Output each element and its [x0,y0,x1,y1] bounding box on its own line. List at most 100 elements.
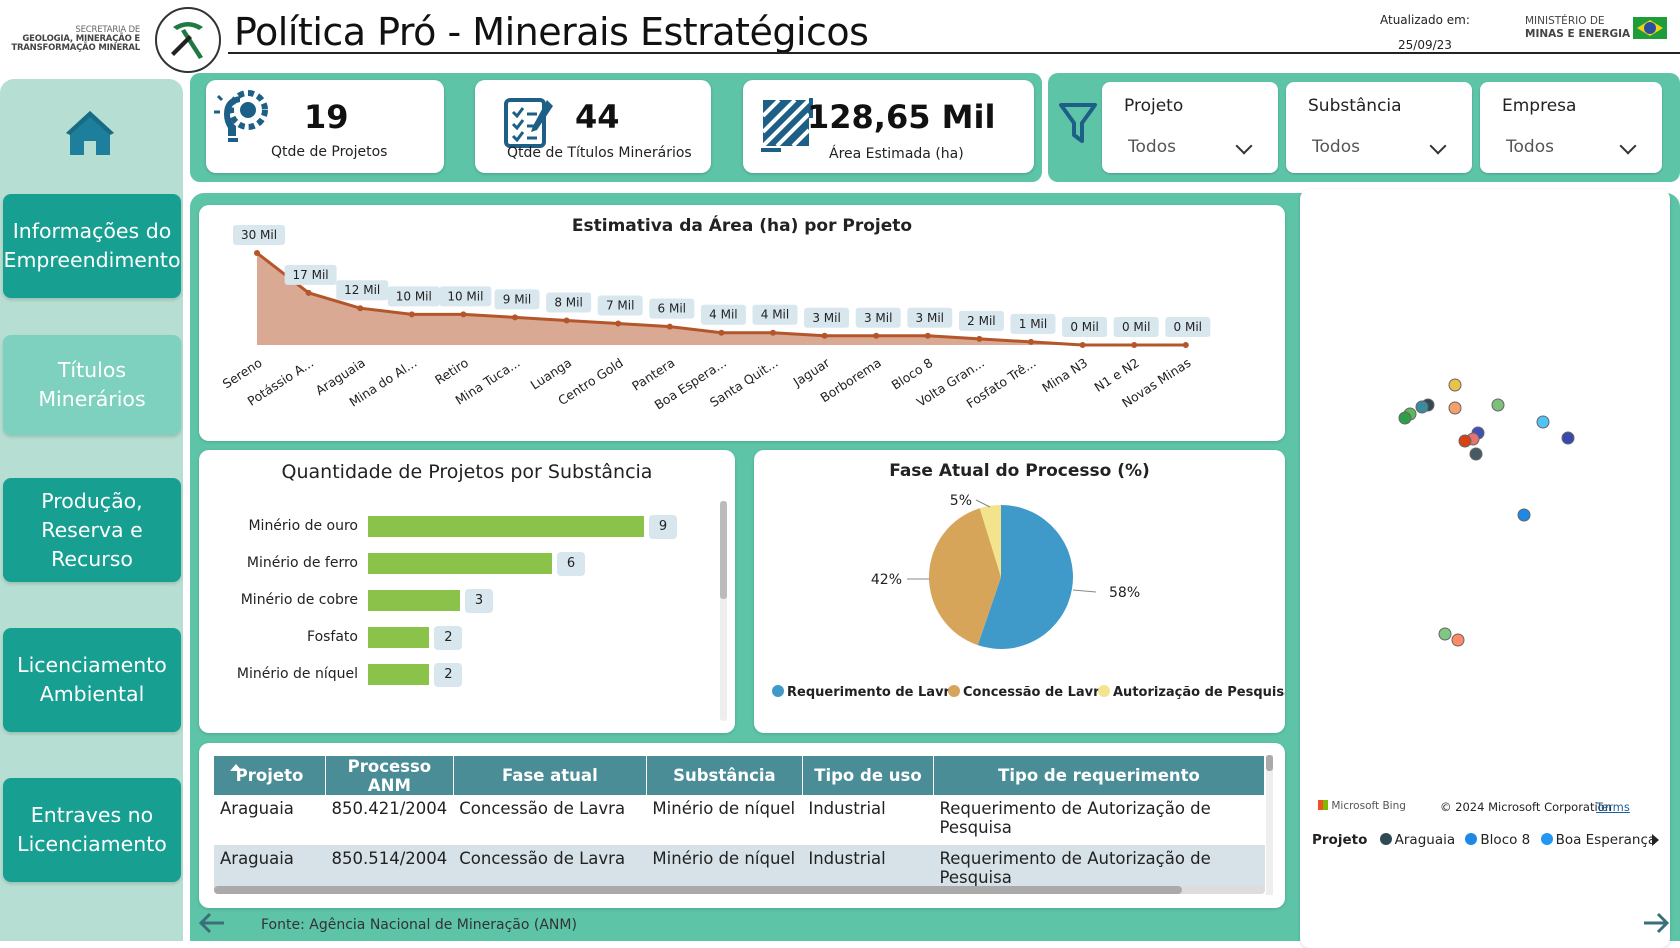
checklist-icon [504,98,553,148]
area-point[interactable] [924,332,931,339]
map-canvas[interactable] [1300,189,1670,689]
area-point[interactable] [770,329,776,336]
bar-chart-scrollbar[interactable] [720,501,727,721]
map-marker[interactable] [1469,447,1483,461]
pie-data-label: 5% [950,493,972,509]
nav-titulos-minerarios[interactable]: Títulos Minerários [3,335,181,435]
filter-empresa[interactable]: Empresa Todos [1480,82,1662,173]
legend-item-bloco8[interactable]: Bloco 8 [1465,832,1530,848]
nav-informacoes-empreendimento[interactable]: Informações do Empreendimento [3,194,181,298]
area-point[interactable] [1028,338,1034,345]
map-marker[interactable] [1438,627,1452,641]
area-point[interactable] [408,311,415,318]
map-marker[interactable] [1451,633,1465,647]
filter-projeto[interactable]: Projeto Todos [1102,82,1278,173]
home-button[interactable] [62,105,118,161]
map-marker[interactable] [1561,431,1575,445]
chevron-down-icon[interactable] [1619,137,1637,155]
area-point[interactable] [1079,342,1086,348]
microsoft-logo-icon [1318,800,1328,810]
bar[interactable] [368,627,430,648]
nav-producao-reserva-recurso[interactable]: Produção, Reserva e Recurso [3,478,181,582]
home-icon [66,111,114,155]
area-point[interactable] [873,332,880,339]
pie-chart-card: Fase Atual do Processo (%) 58% 42% 5% Reque… [754,450,1285,733]
area-point[interactable] [357,305,364,312]
area-point[interactable] [460,311,467,318]
area-point[interactable] [305,289,312,296]
pickaxe-icon [161,13,215,67]
map-marker[interactable] [1536,415,1550,429]
pie-legend-label[interactable]: Requerimento de Lavra [787,685,959,700]
map-terms-link[interactable]: Terms [1596,800,1630,814]
forward-arrow-icon[interactable] [1642,911,1670,935]
table-row[interactable]: Araguaia 850.514/2004 Concessão de Lavra… [214,845,1265,891]
map-marker[interactable] [1517,508,1531,522]
bar-category-label: Minério de níquel [236,666,358,682]
map-marker[interactable] [1415,400,1429,414]
sort-ascending-icon[interactable] [230,764,242,771]
kpi-projetos-label: Qtde de Projetos [271,144,388,160]
pie-leader-line [975,499,991,508]
area-point[interactable] [718,329,725,336]
bar[interactable] [368,516,644,537]
data-label: 30 Mil [241,228,277,242]
col-header-projeto[interactable]: Projeto [214,756,326,795]
updated-date: 25/09/23 [1398,38,1452,52]
bar[interactable] [368,553,552,574]
bar-chart-card: Quantidade de Projetos por Substância Mi… [199,450,735,733]
filter-substancia-value[interactable]: Todos [1312,137,1360,157]
map-marker[interactable] [1448,401,1462,415]
area-point[interactable] [821,332,828,339]
nav-entraves-licenciamento[interactable]: Entraves no Licenciamento [3,778,181,882]
table-h-scrollbar[interactable] [214,886,1265,894]
area-point[interactable] [254,250,260,256]
area-point[interactable] [976,335,983,342]
bar[interactable] [368,664,430,685]
left-nav: Informações do Empreendimento Títulos Mine… [0,79,183,941]
col-header-substancia[interactable]: Substância [646,756,803,795]
col-header-tipo-requerimento[interactable]: Tipo de requerimento [933,756,1265,795]
map-card[interactable]: Microsoft Bing © 2024 Microsoft Corporat… [1300,189,1670,948]
pie-legend-label[interactable]: Concessão de Lavra [963,685,1108,700]
filter-strip: Projeto Todos Substância Todos Empresa T… [1048,73,1680,182]
data-label: 3 Mil [916,311,944,325]
table-row[interactable]: Araguaia 850.421/2004 Concessão de Lavra… [214,795,1265,845]
legend-item-boa-esperanca[interactable]: Boa Esperança [1540,832,1656,848]
map-marker[interactable] [1491,398,1505,412]
map-marker[interactable] [1398,411,1412,425]
area-point[interactable] [1131,342,1138,348]
x-tick-label: Mina N3 [1039,355,1090,395]
data-label: 0 Mil [1070,320,1098,334]
pie-legend-label[interactable]: Autorização de Pesquisa [1113,685,1285,700]
area-point[interactable] [512,314,518,321]
legend-next-arrow-icon[interactable] [1652,834,1659,846]
map-marker[interactable] [1448,378,1462,392]
col-header-processo[interactable]: Processo ANM [325,756,454,795]
chevron-down-icon[interactable] [1235,137,1253,155]
map-copyright: © 2024 Microsoft Corporation [1440,800,1613,814]
kpi-projetos-value: 19 [304,98,349,136]
bar-category-label: Minério de ouro [248,518,358,534]
map-marker[interactable] [1458,434,1472,448]
data-label: 4 Mil [761,308,789,322]
filter-substancia[interactable]: Substância Todos [1286,82,1472,173]
table-v-scrollbar[interactable] [1266,755,1273,895]
back-arrow-icon[interactable] [198,911,226,935]
nav-licenciamento-ambiental[interactable]: Licenciamento Ambiental [3,628,181,732]
x-tick-label: Retiro [432,355,471,388]
data-label: 10 Mil [396,289,432,303]
filter-empresa-value[interactable]: Todos [1506,137,1554,157]
kpi-projetos: 19 Qtde de Projetos [206,80,444,173]
area-point[interactable] [666,323,673,330]
page-title: Política Pró - Minerais Estratégicos [234,10,869,54]
filter-projeto-value[interactable]: Todos [1128,137,1176,157]
bar[interactable] [368,590,460,611]
chevron-down-icon[interactable] [1429,137,1447,155]
area-point[interactable] [1182,342,1189,348]
area-point[interactable] [563,317,570,324]
legend-item-araguaia[interactable]: Araguaia [1379,832,1455,848]
col-header-tipo-uso[interactable]: Tipo de uso [802,756,935,795]
col-header-fase[interactable]: Fase atual [453,756,647,795]
area-point[interactable] [615,320,622,327]
